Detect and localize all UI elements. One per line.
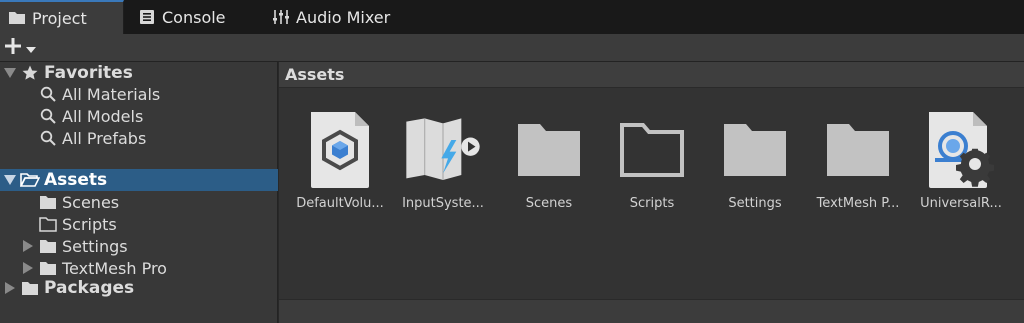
tree-item-label: All Prefabs (62, 128, 147, 148)
folder-icon (8, 9, 26, 27)
tree-item-label: TextMesh Pro (62, 258, 167, 278)
asset-universal-rp[interactable]: UniversalR... (913, 104, 1009, 214)
folder-icon (38, 193, 58, 211)
tree-item-label: Scripts (62, 214, 117, 234)
asset-label: UniversalR... (920, 196, 1002, 211)
plus-icon (4, 37, 22, 59)
asset-browser: Assets DefaultVolu... InputSyste... Scen… (279, 62, 1024, 323)
asset-scripts-folder[interactable]: Scripts (604, 104, 700, 214)
empty-folder-icon (38, 215, 58, 233)
tree-item-label: Packages (44, 278, 135, 298)
tab-bar: Project Console Audio Mixer (0, 0, 1024, 34)
asset-label: InputSyste... (402, 196, 484, 211)
asset-label: Settings (728, 196, 782, 211)
asset-textmesh-pro-folder[interactable]: TextMesh P... (810, 104, 906, 214)
project-toolbar (0, 34, 1024, 62)
tree-item-all-prefabs[interactable]: All Prefabs (0, 127, 278, 149)
tree-item-label: Favorites (44, 63, 133, 83)
tree-item-assets[interactable]: Assets (0, 169, 278, 191)
folder-icon (20, 279, 40, 297)
tree-item-packages[interactable]: Packages (0, 277, 278, 299)
asset-label: Scripts (629, 196, 675, 211)
expand-arrow-icon[interactable] (4, 67, 16, 79)
tree-item-label: All Models (62, 106, 144, 126)
collapsed-arrow-icon[interactable] (4, 282, 16, 294)
expand-arrow-icon[interactable] (4, 174, 16, 186)
breadcrumb: Assets (279, 62, 1024, 88)
tab-project[interactable]: Project (0, 0, 124, 34)
tab-project-label: Project (32, 8, 87, 28)
tree-item-all-models[interactable]: All Models (0, 105, 278, 127)
collapsed-arrow-icon[interactable] (22, 240, 34, 252)
tree-item-scenes[interactable]: Scenes (0, 191, 278, 213)
asset-label: Scenes (525, 196, 573, 211)
asset-scenes-folder[interactable]: Scenes (501, 104, 597, 214)
folder-icon (822, 110, 894, 190)
input-actions-icon (403, 110, 483, 190)
tree-item-label: Assets (44, 170, 108, 190)
search-icon (38, 85, 58, 103)
folder-icon (38, 237, 58, 255)
asset-input-system[interactable]: InputSyste... (395, 104, 491, 214)
tab-audio-mixer[interactable]: Audio Mixer (272, 0, 412, 34)
console-icon (138, 8, 156, 26)
tab-audio-mixer-label: Audio Mixer (296, 7, 391, 27)
breadcrumb-assets[interactable]: Assets (285, 65, 344, 84)
create-button[interactable] (4, 36, 44, 60)
asset-label: DefaultVolu... (296, 196, 384, 211)
collapsed-arrow-icon[interactable] (22, 262, 34, 274)
tree-item-favorites[interactable]: Favorites (0, 62, 278, 84)
folder-icon (38, 259, 58, 277)
tree-item-label: Settings (62, 236, 128, 256)
search-icon (38, 107, 58, 125)
render-pipeline-settings-icon (925, 110, 997, 190)
folder-icon (719, 110, 791, 190)
tab-console[interactable]: Console (138, 0, 258, 34)
tab-console-label: Console (162, 7, 226, 27)
asset-settings-folder[interactable]: Settings (707, 104, 803, 214)
asset-browser-footer (279, 299, 1024, 323)
project-folder-tree: Favorites All Materials All Models All P… (0, 62, 278, 323)
empty-folder-icon (616, 110, 688, 190)
tree-item-label: Scenes (62, 192, 120, 212)
dropdown-arrow-icon (26, 39, 36, 58)
search-icon (38, 129, 58, 147)
mixer-icon (272, 8, 290, 26)
tree-item-settings[interactable]: Settings (0, 235, 278, 257)
open-folder-icon (20, 171, 40, 189)
folder-icon (513, 110, 585, 190)
volume-profile-icon (304, 110, 376, 190)
tree-item-label: All Materials (62, 84, 161, 104)
tree-item-scripts[interactable]: Scripts (0, 213, 278, 235)
asset-default-volume[interactable]: DefaultVolu... (292, 104, 388, 214)
tree-item-textmesh-pro[interactable]: TextMesh Pro (0, 257, 278, 279)
tree-item-all-materials[interactable]: All Materials (0, 83, 278, 105)
asset-label: TextMesh P... (816, 196, 900, 211)
star-icon (20, 64, 40, 82)
